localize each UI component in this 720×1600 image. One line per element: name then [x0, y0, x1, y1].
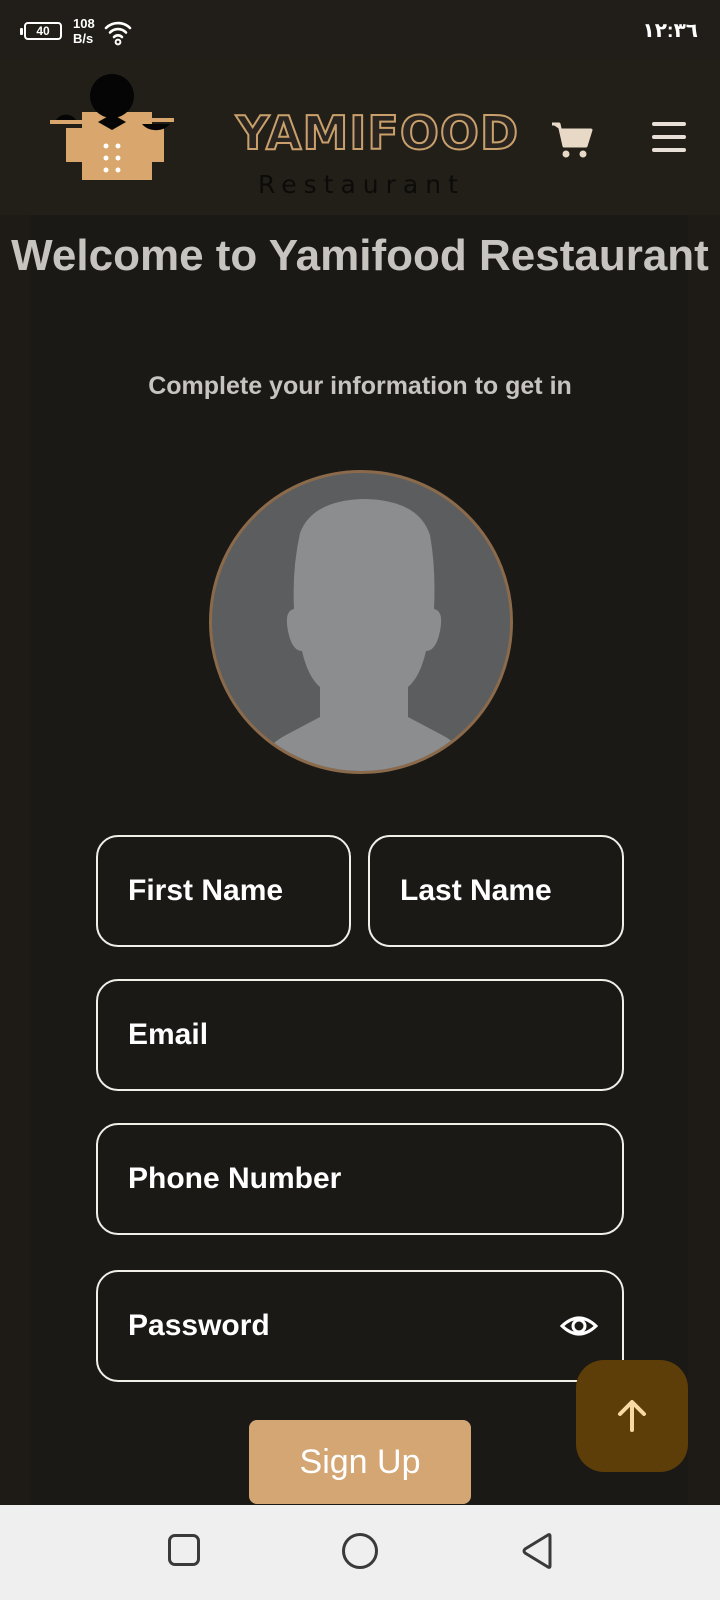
page-title: Welcome to Yamifood Restaurant	[11, 231, 709, 280]
phone-field[interactable]	[96, 1123, 624, 1235]
app-header: YAMIFOOD Restaurant	[0, 60, 720, 215]
email-input[interactable]	[128, 981, 592, 1089]
password-field[interactable]	[96, 1270, 624, 1382]
logo-subtitle: Restaurant	[258, 170, 465, 199]
first-name-field[interactable]	[96, 835, 351, 947]
cart-icon[interactable]	[550, 118, 594, 162]
network-speed: 108 B/s	[73, 16, 95, 46]
email-field[interactable]	[96, 979, 624, 1091]
avatar-placeholder-icon	[249, 499, 479, 771]
arrow-up-icon	[618, 1400, 646, 1432]
back-button[interactable]	[520, 1532, 556, 1570]
password-input[interactable]	[128, 1272, 592, 1380]
logo-name: YAMIFOOD	[235, 105, 520, 161]
eye-icon[interactable]	[560, 1308, 598, 1344]
network-speed-value: 108	[73, 16, 95, 31]
camera-icon[interactable]	[212, 473, 252, 507]
last-name-field[interactable]	[368, 835, 624, 947]
menu-icon[interactable]	[652, 122, 686, 152]
status-bar: 40 108 B/s ١٢:٣٦	[0, 0, 720, 60]
home-button[interactable]	[342, 1533, 378, 1569]
page-subtitle: Complete your information to get in	[148, 372, 572, 400]
logo[interactable]: YAMIFOOD Restaurant	[46, 74, 519, 199]
system-nav-bar	[0, 1505, 720, 1600]
recents-button[interactable]	[168, 1534, 200, 1566]
network-speed-unit: B/s	[73, 31, 94, 46]
battery-icon: 40	[20, 22, 62, 40]
first-name-input[interactable]	[128, 837, 319, 945]
clock: ١٢:٣٦	[642, 20, 699, 42]
avatar-upload[interactable]	[209, 470, 513, 774]
signup-button[interactable]: Sign Up	[249, 1420, 471, 1504]
last-name-input[interactable]	[400, 837, 592, 945]
phone-input[interactable]	[128, 1125, 592, 1233]
chef-logo-icon	[50, 74, 174, 180]
scroll-to-top-button[interactable]	[576, 1360, 688, 1472]
wifi-icon	[104, 21, 132, 46]
